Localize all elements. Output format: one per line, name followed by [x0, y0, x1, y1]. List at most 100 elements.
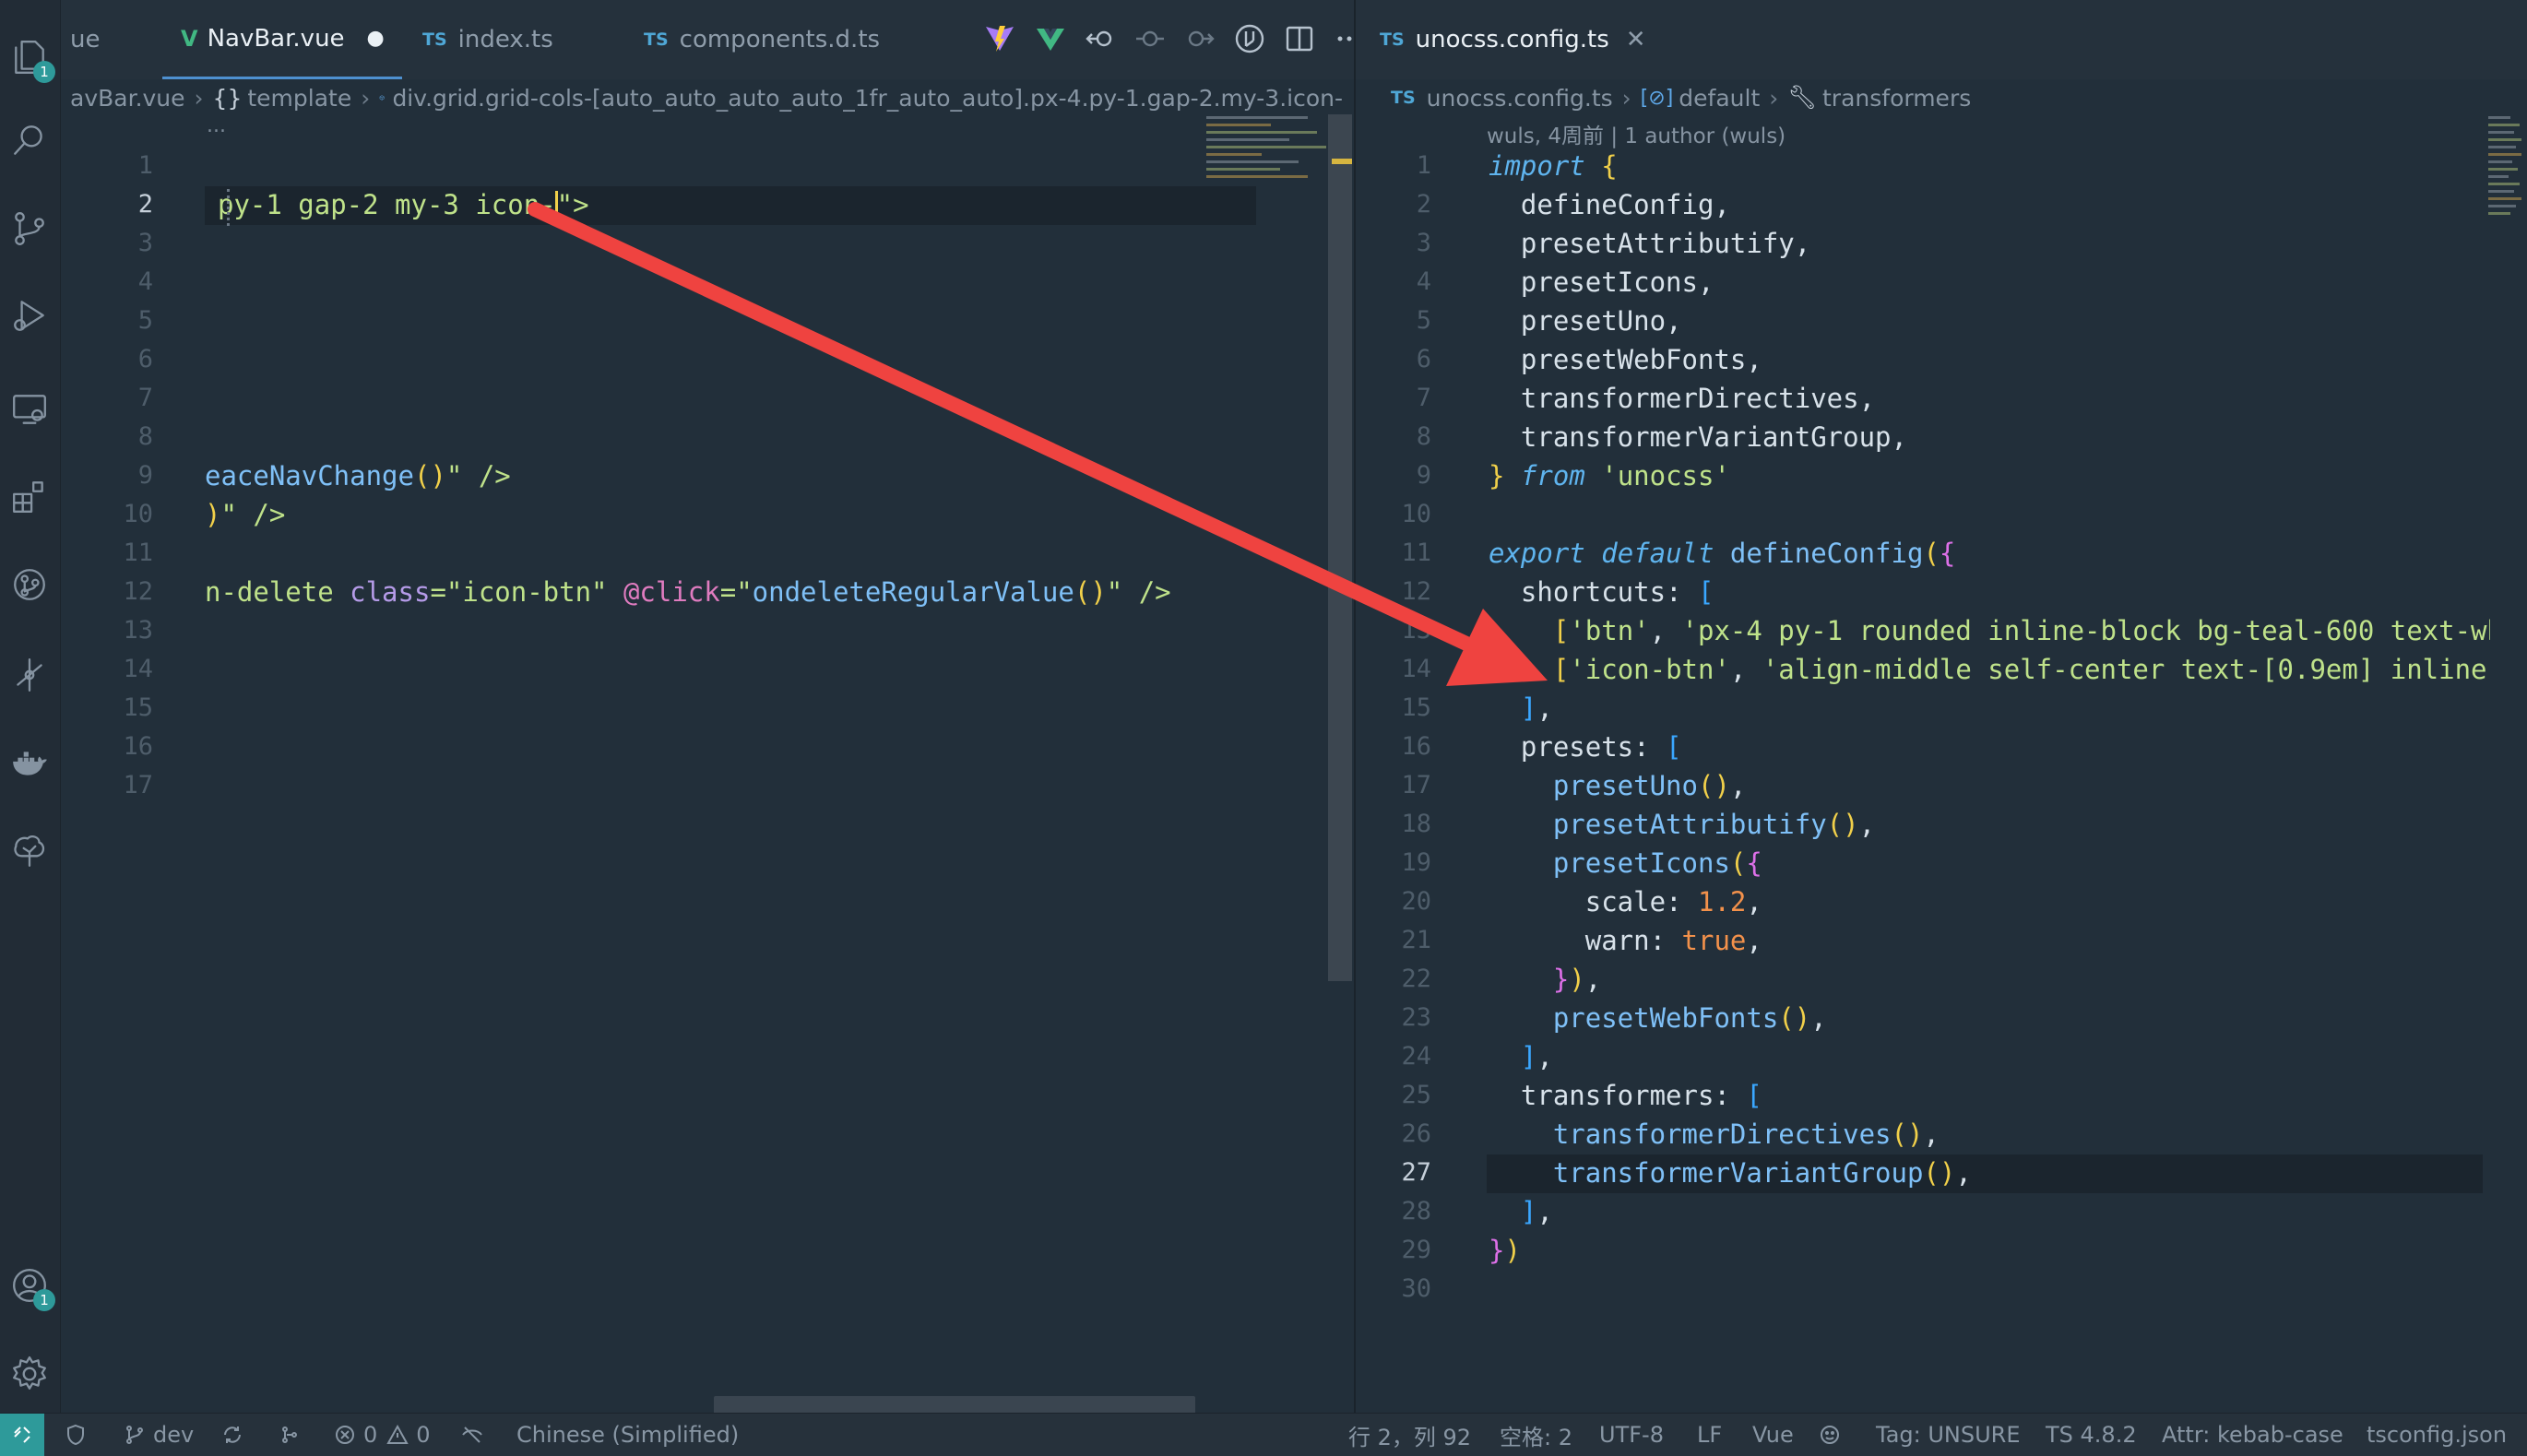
- tsconfig-status[interactable]: tsconfig.json: [2367, 1414, 2507, 1456]
- go-forward-icon[interactable]: [1184, 23, 1216, 54]
- extensions-icon[interactable]: [7, 474, 52, 518]
- code-token: presetIcons: [1552, 847, 1730, 879]
- git-graph-icon[interactable]: [7, 562, 52, 607]
- code-token: scale: [1584, 886, 1667, 917]
- left-minimap[interactable]: [1199, 114, 1328, 188]
- typescript-file-icon: TS: [422, 30, 447, 50]
- tab-partial[interactable]: ue: [70, 0, 100, 79]
- breadcrumb-member[interactable]: transformers: [1822, 85, 1971, 112]
- tab-navbar-vue[interactable]: V NavBar.vue ●: [162, 0, 402, 79]
- scrollbar-cursor-marker: [1332, 159, 1352, 164]
- code-token: warn: [1584, 925, 1650, 956]
- close-icon[interactable]: ✕: [1626, 26, 1646, 53]
- code-token: 'align-middle self-center text-[0.9em] i…: [1762, 654, 2490, 685]
- vertical-scrollbar[interactable]: [1328, 114, 1352, 981]
- language-pack-status[interactable]: Chinese (Simplified): [516, 1414, 739, 1456]
- line-number: 25: [1401, 1081, 1431, 1109]
- indentation-label: 空格: 2: [1500, 1424, 1572, 1450]
- code-text: " />: [220, 499, 286, 530]
- line-number: 26: [1401, 1119, 1431, 1148]
- line-number: 30: [1401, 1274, 1431, 1303]
- git-graph-status-icon[interactable]: [279, 1414, 308, 1456]
- tab-components-d-ts[interactable]: TS components.d.ts: [644, 0, 880, 79]
- problems-status[interactable]: 0 0: [334, 1414, 431, 1456]
- vue-file-icon: V: [181, 25, 198, 52]
- code-token: import: [1489, 150, 1585, 182]
- vite-icon[interactable]: [983, 22, 1016, 55]
- encoding-status[interactable]: UTF-8: [1599, 1414, 1664, 1456]
- ts-version-status[interactable]: TS 4.8.2: [2046, 1414, 2137, 1456]
- tab-index-ts[interactable]: TS index.ts: [422, 0, 553, 79]
- right-editor[interactable]: 1 2 3 4 5 6 7 8 9 10 11 12 13 14 15 16 17 18 19 20 21 22 23 24 2…: [1356, 148, 2490, 1309]
- line-number: 12: [123, 577, 153, 606]
- accounts-icon[interactable]: 1: [7, 1263, 55, 1311]
- breadcrumb: avBar.vue › {} template › div.grid.grid-…: [70, 79, 1343, 116]
- run-debug-icon[interactable]: [7, 293, 52, 337]
- code-token: transformerVariantGroup: [1552, 1157, 1924, 1189]
- vue-devtools-icon[interactable]: [1035, 23, 1066, 54]
- explorer-icon[interactable]: 1: [7, 35, 55, 83]
- settings-gear-icon[interactable]: [7, 1352, 52, 1396]
- wrench-icon: 🔧︎: [1787, 84, 1817, 111]
- code-token: true: [1681, 925, 1747, 956]
- sync-icon[interactable]: [221, 1414, 251, 1456]
- code-token: 'px-4 py-1 rounded inline-block bg-teal-…: [1681, 615, 2490, 646]
- breadcrumb-symbol[interactable]: default: [1679, 85, 1760, 112]
- line-number: 27: [1401, 1158, 1431, 1187]
- eol-status[interactable]: LF: [1697, 1414, 1722, 1456]
- tag-label: Tag: UNSURE: [1876, 1422, 2021, 1448]
- remote-explorer-icon[interactable]: [7, 387, 52, 432]
- search-icon[interactable]: [7, 118, 52, 162]
- source-control-icon[interactable]: [7, 207, 52, 251]
- eye-closed-icon[interactable]: [461, 1414, 491, 1456]
- language-mode-label: Vue: [1752, 1422, 1794, 1448]
- line-number: 10: [1401, 500, 1431, 528]
- tsconfig-label: tsconfig.json: [2367, 1422, 2508, 1448]
- blame-annotation[interactable]: wuls, 4周前 | 1 author (wuls): [1487, 118, 1786, 149]
- code-token: transformers: [1520, 1080, 1714, 1111]
- unsaved-dot-icon[interactable]: ●: [367, 27, 385, 50]
- indentation-status[interactable]: 空格: 2: [1500, 1414, 1572, 1456]
- code-token: presetAttributify: [1552, 809, 1827, 840]
- shield-icon[interactable]: [65, 1414, 94, 1456]
- branch-status[interactable]: dev: [124, 1414, 194, 1456]
- docker-icon[interactable]: [7, 741, 52, 786]
- line-number: 5: [137, 306, 153, 335]
- feedback-icon[interactable]: [1819, 1414, 1848, 1456]
- tree-view-icon[interactable]: [7, 828, 52, 872]
- tab-label: unocss.config.ts: [1415, 26, 1609, 53]
- code-token: 'btn': [1569, 615, 1650, 646]
- breadcrumb-section[interactable]: template: [247, 85, 351, 112]
- split-editor-icon[interactable]: [1284, 23, 1315, 54]
- line-number: 21: [1401, 926, 1431, 954]
- breadcrumb-element[interactable]: div.grid.grid-cols-[auto_auto_auto_auto_…: [392, 85, 1343, 112]
- code-text: n-delete: [205, 576, 350, 608]
- breadcrumb-file[interactable]: unocss.config.ts: [1427, 85, 1613, 112]
- cursor-position-status[interactable]: 行 2，列 92: [1348, 1414, 1471, 1456]
- breadcrumb-file[interactable]: avBar.vue: [70, 85, 185, 112]
- line-number: 16: [123, 732, 153, 761]
- tab-label: index.ts: [457, 26, 553, 53]
- tag-status[interactable]: Tag: UNSURE: [1876, 1414, 2021, 1456]
- remote-indicator-icon[interactable]: [0, 1414, 44, 1456]
- right-minimap[interactable]: [2486, 114, 2523, 225]
- open-changes-icon[interactable]: [1234, 23, 1265, 54]
- attr-status[interactable]: Attr: kebab-case: [2162, 1414, 2343, 1456]
- code-text: (): [1074, 576, 1107, 608]
- language-mode-status[interactable]: Vue: [1752, 1414, 1794, 1456]
- line-number: 17: [1401, 771, 1431, 799]
- line-number: 20: [1401, 887, 1431, 916]
- line-number: 24: [1401, 1042, 1431, 1071]
- typescript-file-icon: TS: [644, 30, 669, 50]
- line-number: 8: [1416, 422, 1431, 451]
- previous-change-icon[interactable]: [1134, 23, 1166, 54]
- line-number: 11: [1401, 539, 1431, 567]
- editor-actions: [983, 22, 1365, 55]
- gitlens-icon[interactable]: [7, 653, 52, 697]
- line-number: 7: [137, 384, 153, 412]
- chevron-right-icon: ›: [1769, 84, 1779, 112]
- left-editor[interactable]: 1 2 3 4 5 6 7 8 9 10 11 12 13 14 15 16 17 py-1 gap-2 my-…: [61, 148, 1355, 1397]
- tab-unocss-config-ts[interactable]: TS unocss.config.ts ✕: [1380, 0, 1646, 79]
- go-back-icon[interactable]: [1085, 23, 1116, 54]
- element-cube-icon: [379, 95, 385, 101]
